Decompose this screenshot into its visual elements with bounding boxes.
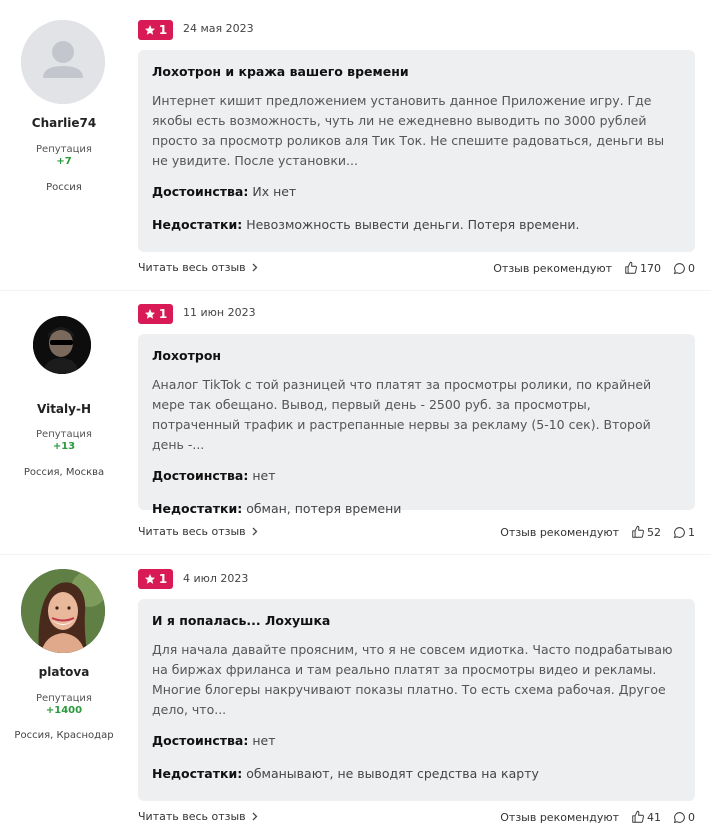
like-button[interactable]: 52 xyxy=(631,525,661,539)
star-icon xyxy=(144,309,155,319)
read-more-link[interactable]: Читать весь отзыв xyxy=(138,261,258,274)
cons-value: обманывают, не выводят средства на карту xyxy=(246,766,539,781)
pros-value: нет xyxy=(252,468,276,483)
review-card: Charlie74 Репутация +7 Россия 1 24 мая 2… xyxy=(0,0,711,290)
comment-icon xyxy=(673,262,685,274)
comment-count: 1 xyxy=(688,525,695,539)
review-footer: Читать весь отзыв Отзыв рекомендуют 52 1 xyxy=(138,525,695,541)
rating-value: 1 xyxy=(158,307,168,321)
pros-label: Достоинства: xyxy=(152,733,249,748)
author-name[interactable]: Charlie74 xyxy=(0,116,128,130)
cons-label: Недостатки: xyxy=(152,501,243,516)
user-placeholder-icon xyxy=(21,20,105,104)
recommend-label: Отзыв рекомендуют xyxy=(500,810,619,824)
author-name[interactable]: Vitaly-H xyxy=(0,402,128,416)
review-body: И я попалась... Лохушка Для начала давай… xyxy=(138,599,695,801)
review-body: Лохотрон Аналог TikTok с той разницей чт… xyxy=(138,334,695,516)
like-count: 41 xyxy=(647,810,661,824)
thumbs-up-icon xyxy=(625,261,637,274)
read-more-label: Читать весь отзыв xyxy=(138,810,246,823)
review-text: Для начала давайте проясним, что я не со… xyxy=(152,642,673,717)
user-photo-icon xyxy=(21,569,105,653)
review-cons: Недостатки: обман, потеря времени xyxy=(152,501,681,516)
review-footer: Читать весь отзыв Отзыв рекомендуют 41 0 xyxy=(138,810,695,826)
comment-button[interactable]: 1 xyxy=(673,526,695,539)
like-count: 170 xyxy=(640,261,661,275)
reputation-label: Репутация xyxy=(36,144,92,155)
review-body: Лохотрон и кража вашего времени Интернет… xyxy=(138,50,695,252)
star-icon xyxy=(144,25,155,35)
recommend-label: Отзыв рекомендуют xyxy=(500,525,619,539)
pros-label: Достоинства: xyxy=(152,184,249,199)
review-stats: Отзыв рекомендуют 52 1 xyxy=(500,525,695,539)
user-photo-icon xyxy=(33,316,91,374)
review-text: Интернет кишит предложением установить д… xyxy=(152,93,665,168)
like-button[interactable]: 41 xyxy=(631,810,661,824)
reputation-value: +1400 xyxy=(45,705,83,716)
read-more-label: Читать весь отзыв xyxy=(138,261,246,274)
recommend-label: Отзыв рекомендуют xyxy=(493,261,612,275)
cons-value: обман, потеря времени xyxy=(246,501,402,516)
reputation-value: +7 xyxy=(56,156,72,167)
thumbs-up-icon xyxy=(632,810,644,823)
review-title[interactable]: И я попалась... Лохушка xyxy=(152,613,681,628)
comment-icon xyxy=(673,811,685,823)
author-location: Россия xyxy=(46,182,82,193)
review-cons: Недостатки: Невозможность вывести деньги… xyxy=(152,217,681,232)
cons-value: Невозможность вывести деньги. Потеря вре… xyxy=(246,217,580,232)
rating-value: 1 xyxy=(158,572,168,586)
chevron-right-icon xyxy=(252,812,258,821)
like-button[interactable]: 170 xyxy=(624,261,661,275)
avatar[interactable] xyxy=(21,20,105,104)
comment-button[interactable]: 0 xyxy=(673,262,695,275)
thumbs-up-icon xyxy=(632,525,644,538)
reputation-value: +13 xyxy=(52,441,76,452)
review-title[interactable]: Лохотрон и кража вашего времени xyxy=(152,64,681,79)
rating-badge: 1 xyxy=(138,304,173,324)
review-card: platova Репутация +1400 Россия, Краснода… xyxy=(0,555,711,840)
read-more-label: Читать весь отзыв xyxy=(138,525,246,538)
review-stats: Отзыв рекомендуют 41 0 xyxy=(500,810,695,824)
review-pros: Достоинства: Их нет xyxy=(152,184,681,199)
review-date: 24 мая 2023 xyxy=(183,22,254,35)
star-icon xyxy=(144,574,155,584)
review-card: Vitaly-H Репутация +13 Россия, Москва 1 … xyxy=(0,291,711,554)
comment-icon xyxy=(673,526,685,538)
chevron-right-icon xyxy=(252,263,258,272)
like-count: 52 xyxy=(647,525,661,539)
chevron-right-icon xyxy=(252,527,258,536)
author-location: Россия, Краснодар xyxy=(14,730,114,741)
rating-badge: 1 xyxy=(138,20,173,40)
pros-value: нет xyxy=(252,733,276,748)
read-more-link[interactable]: Читать весь отзыв xyxy=(138,810,258,823)
review-date: 4 июл 2023 xyxy=(183,572,249,585)
avatar[interactable] xyxy=(21,569,105,653)
review-title[interactable]: Лохотрон xyxy=(152,348,681,363)
review-text: Аналог TikTok с той разницей что платят … xyxy=(152,377,652,452)
review-date: 11 июн 2023 xyxy=(183,306,256,319)
rating-value: 1 xyxy=(158,23,168,37)
reputation-label: Репутация xyxy=(36,429,92,440)
review-pros: Достоинства: нет xyxy=(152,733,681,748)
comment-button[interactable]: 0 xyxy=(673,811,695,824)
review-stats: Отзыв рекомендуют 170 0 xyxy=(493,261,695,275)
comment-count: 0 xyxy=(688,810,695,824)
author-name[interactable]: platova xyxy=(0,665,128,679)
rating-badge: 1 xyxy=(138,569,173,589)
review-pros: Достоинства: нет xyxy=(152,468,681,483)
cons-label: Недостатки: xyxy=(152,766,243,781)
review-footer: Читать весь отзыв Отзыв рекомендуют 170 … xyxy=(138,261,695,277)
pros-label: Достоинства: xyxy=(152,468,249,483)
pros-value: Их нет xyxy=(252,184,297,199)
author-location: Россия, Москва xyxy=(23,467,105,478)
read-more-link[interactable]: Читать весь отзыв xyxy=(138,525,258,538)
avatar[interactable] xyxy=(33,316,91,374)
review-cons: Недостатки: обманывают, не выводят средс… xyxy=(152,766,681,781)
cons-label: Недостатки: xyxy=(152,217,243,232)
comment-count: 0 xyxy=(688,261,695,275)
reputation-label: Репутация xyxy=(36,693,92,704)
